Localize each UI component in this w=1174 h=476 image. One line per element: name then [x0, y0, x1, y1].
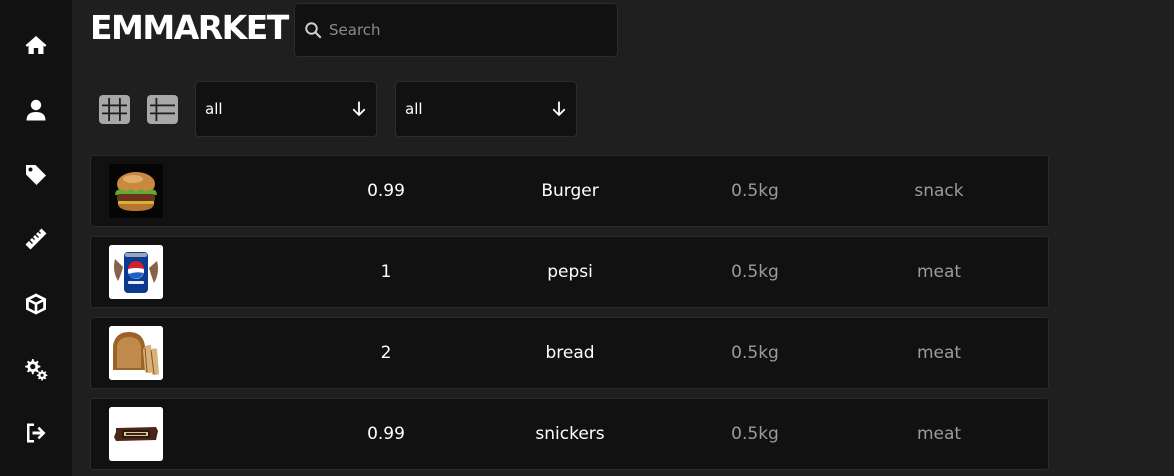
product-row[interactable]: 0.99 snickers 0.5kg meat: [90, 398, 1049, 470]
category-filter-select[interactable]: all: [195, 81, 377, 137]
sidebar-item-tags[interactable]: [0, 150, 72, 200]
sidebar-item-box[interactable]: [0, 279, 72, 329]
bread-loaf-image: [109, 326, 163, 380]
product-image: [109, 407, 163, 461]
product-category: snack: [914, 181, 964, 201]
sidebar-item-logout[interactable]: [0, 408, 72, 458]
burger-image: [109, 164, 163, 218]
tag-icon: [26, 165, 46, 185]
search-icon: [305, 22, 322, 39]
product-row[interactable]: 2 bread 0.5kg meat: [90, 317, 1049, 389]
product-weight: 0.5kg: [731, 181, 779, 201]
ruler-icon: [25, 228, 47, 250]
product-weight: 0.5kg: [731, 262, 779, 282]
search-box[interactable]: [294, 3, 618, 57]
sidebar: [0, 0, 72, 476]
home-icon: [25, 36, 47, 54]
product-name: Burger: [541, 181, 599, 201]
product-image: [109, 245, 163, 299]
grid-view-button[interactable]: [98, 93, 130, 125]
product-category: meat: [916, 262, 962, 282]
grid-icon: [98, 94, 130, 124]
product-category: meat: [916, 343, 962, 363]
gears-icon: [25, 359, 48, 381]
product-name: bread: [545, 343, 595, 363]
product-weight: 0.5kg: [731, 424, 779, 444]
type-filter-select[interactable]: all: [395, 81, 577, 137]
brand-title: EMMARKET: [90, 8, 289, 47]
user-icon: [26, 99, 46, 121]
sidebar-item-user[interactable]: [0, 85, 72, 135]
product-price: 1: [380, 262, 392, 282]
list-icon: [146, 94, 178, 124]
product-image: [109, 164, 163, 218]
product-name: pepsi: [547, 262, 593, 282]
filter-value: all: [405, 100, 423, 118]
product-row[interactable]: 1 pepsi 0.5kg meat: [90, 236, 1049, 308]
product-price: 0.99: [367, 181, 405, 201]
product-price: 0.99: [367, 424, 405, 444]
product-image: [109, 326, 163, 380]
snickers-bar-image: [109, 407, 163, 461]
search-input[interactable]: [329, 21, 609, 39]
logout-icon: [27, 423, 46, 443]
filter-value: all: [205, 100, 223, 118]
product-weight: 0.5kg: [731, 343, 779, 363]
product-category: meat: [916, 424, 962, 444]
list-view-button[interactable]: [146, 93, 178, 125]
sidebar-item-settings[interactable]: [0, 344, 72, 394]
product-row[interactable]: 0.99 Burger 0.5kg snack: [90, 155, 1049, 227]
sidebar-item-ruler[interactable]: [0, 214, 72, 264]
product-name: snickers: [535, 424, 605, 444]
box-icon: [26, 293, 46, 315]
arrow-down-icon: [352, 101, 366, 116]
pepsi-can-image: [109, 245, 163, 299]
sidebar-item-home[interactable]: [0, 20, 72, 70]
arrow-down-icon: [552, 101, 566, 116]
product-price: 2: [380, 343, 392, 363]
